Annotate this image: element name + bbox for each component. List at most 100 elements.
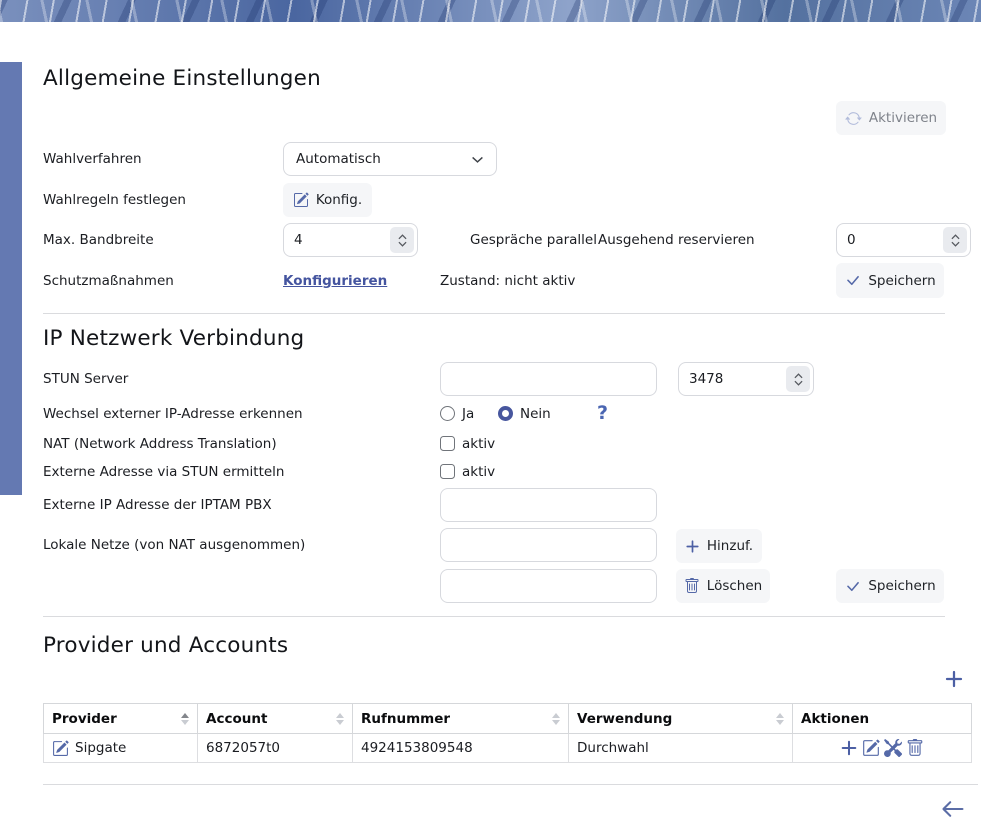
- radio-ja[interactable]: [440, 406, 455, 421]
- edit-icon[interactable]: [52, 740, 69, 757]
- arrow-left-icon: [941, 797, 965, 821]
- plus-icon: [944, 669, 964, 689]
- stun-server-input[interactable]: [440, 362, 657, 396]
- network-save-button[interactable]: Speichern: [836, 569, 944, 603]
- section-title-providers: Provider und Accounts: [43, 633, 288, 658]
- stun-port-input[interactable]: [679, 371, 786, 387]
- stun-detect-checkbox[interactable]: [440, 464, 455, 479]
- left-accent-bar: [0, 62, 22, 495]
- provider-name: Sipgate: [75, 740, 126, 756]
- external-ip-input[interactable]: [440, 488, 657, 522]
- stun-detect-checkbox-label[interactable]: aktiv: [462, 464, 495, 480]
- add-local-net-label: Hinzuf.: [707, 538, 753, 554]
- back-arrow-button[interactable]: [941, 797, 965, 821]
- protection-configure-link[interactable]: Konfigurieren: [283, 273, 387, 289]
- local-nets-label: Lokale Netze (von NAT ausgenommen): [43, 537, 305, 553]
- stepper-up-icon: [398, 234, 407, 240]
- edit-icon[interactable]: [862, 739, 880, 757]
- section-title-network: IP Netzwerk Verbindung: [43, 326, 304, 351]
- column-label: Aktionen: [801, 711, 869, 727]
- stepper-up-icon: [951, 234, 960, 240]
- refresh-icon: [845, 110, 862, 127]
- table-row: Sipgate 6872057t0 4924153809548 Durchwah…: [44, 734, 972, 763]
- delete-local-net-button[interactable]: Löschen: [676, 569, 770, 603]
- table-header-row: Provider Account Rufnummer Verwendung Ak…: [44, 704, 972, 734]
- stun-server-label: STUN Server: [43, 371, 128, 387]
- chevron-down-icon: [471, 153, 484, 166]
- provider-cell: Sipgate: [44, 734, 198, 763]
- reserve-input[interactable]: [837, 232, 943, 248]
- nat-label: NAT (Network Address Translation): [43, 436, 277, 452]
- dial-method-label: Wahlverfahren: [43, 151, 142, 167]
- protection-label: Schutzmaßnahmen: [43, 273, 174, 289]
- aktionen-cell: [793, 734, 972, 763]
- edit-icon: [293, 192, 309, 208]
- account-cell: 6872057t0: [198, 734, 353, 763]
- bandwidth-input[interactable]: [284, 232, 390, 248]
- radio-ja-label[interactable]: Ja: [462, 406, 474, 422]
- column-header-account[interactable]: Account: [198, 704, 353, 734]
- column-header-provider[interactable]: Provider: [44, 704, 198, 734]
- local-net-delete-input[interactable]: [440, 569, 657, 603]
- nat-checkbox[interactable]: [440, 436, 455, 451]
- stepper-down-icon: [794, 380, 803, 386]
- stepper-down-icon: [951, 241, 960, 247]
- column-header-rufnummer[interactable]: Rufnummer: [353, 704, 569, 734]
- local-net-add-input[interactable]: [440, 528, 657, 562]
- reserve-stepper[interactable]: [943, 227, 967, 253]
- column-label: Verwendung: [577, 711, 672, 727]
- radio-nein[interactable]: [498, 406, 513, 421]
- sort-icon[interactable]: [776, 713, 784, 725]
- sort-icon[interactable]: [552, 713, 560, 725]
- settings-page: Allgemeine Einstellungen Aktivieren Wahl…: [0, 0, 981, 830]
- stun-port-stepper[interactable]: [786, 366, 810, 392]
- trash-icon[interactable]: [906, 739, 924, 757]
- sort-asc-icon[interactable]: [181, 713, 189, 725]
- stepper-down-icon: [398, 241, 407, 247]
- network-save-label: Speichern: [868, 578, 935, 594]
- check-icon: [844, 272, 861, 289]
- sort-icon[interactable]: [336, 713, 344, 725]
- column-label: Account: [206, 711, 267, 727]
- general-save-button[interactable]: Speichern: [836, 263, 944, 298]
- add-local-net-button[interactable]: Hinzuf.: [676, 529, 762, 563]
- plus-icon: [685, 539, 700, 554]
- dial-rules-config-button[interactable]: Konfig.: [283, 183, 372, 217]
- bandwidth-label: Max. Bandbreite: [43, 232, 154, 248]
- stun-port-wrap: [678, 362, 814, 396]
- ip-change-label: Wechsel externer IP-Adresse erkennen: [43, 406, 303, 422]
- bandwidth-stepper[interactable]: [390, 227, 414, 253]
- dial-method-value: Automatisch: [296, 151, 381, 167]
- header-banner-image: [0, 0, 981, 22]
- outgoing-reserve-label: Ausgehend reservieren: [598, 232, 755, 248]
- rufnummer-cell: 4924153809548: [353, 734, 569, 763]
- protection-state-text: Zustand: nicht aktiv: [440, 273, 575, 289]
- column-header-aktionen: Aktionen: [793, 704, 972, 734]
- verwendung-cell: Durchwahl: [569, 734, 793, 763]
- activate-button[interactable]: Aktivieren: [836, 101, 946, 135]
- stun-detect-label: Externe Adresse via STUN ermitteln: [43, 464, 284, 480]
- column-header-verwendung[interactable]: Verwendung: [569, 704, 793, 734]
- dial-method-select[interactable]: Automatisch: [283, 142, 497, 176]
- providers-table: Provider Account Rufnummer Verwendung Ak…: [43, 703, 972, 763]
- nat-checkbox-label[interactable]: aktiv: [462, 436, 495, 452]
- check-icon: [844, 578, 861, 595]
- dial-rules-label: Wahlregeln festlegen: [43, 192, 186, 208]
- activate-label: Aktivieren: [869, 110, 937, 126]
- section-divider: [43, 313, 945, 314]
- reserve-input-wrap: [836, 223, 971, 257]
- section-title-general: Allgemeine Einstellungen: [43, 66, 321, 91]
- delete-local-net-label: Löschen: [707, 578, 762, 594]
- radio-nein-label[interactable]: Nein: [520, 406, 551, 422]
- add-provider-button[interactable]: [944, 669, 964, 689]
- tools-icon[interactable]: [884, 739, 902, 757]
- parallel-calls-label: Gespräche parallel: [470, 232, 597, 248]
- column-label: Rufnummer: [361, 711, 450, 727]
- add-account-icon[interactable]: [840, 739, 858, 757]
- general-save-label: Speichern: [868, 273, 935, 289]
- external-ip-label: Externe IP Adresse der IPTAM PBX: [43, 497, 272, 513]
- help-icon[interactable]: ?: [597, 402, 608, 424]
- stepper-up-icon: [794, 373, 803, 379]
- bottom-divider: [43, 784, 978, 785]
- trash-icon: [684, 578, 700, 594]
